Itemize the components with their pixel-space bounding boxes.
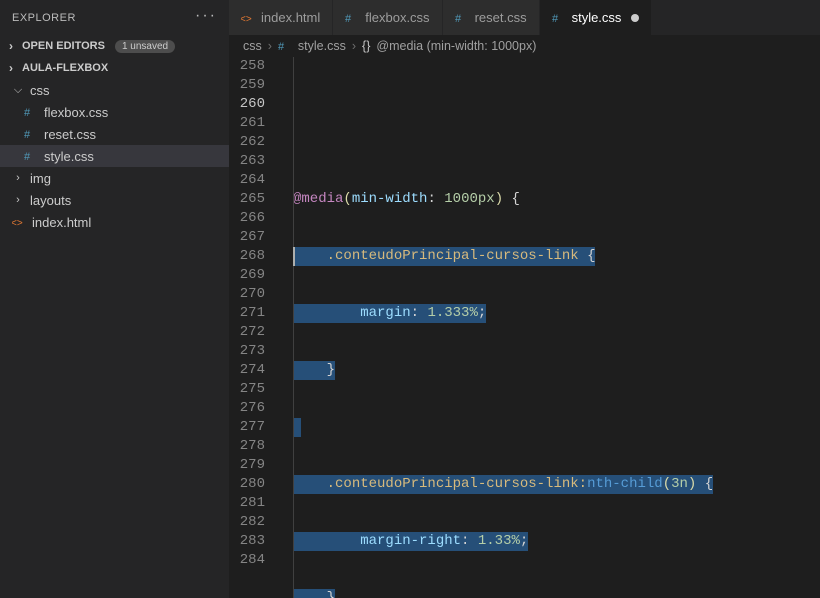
file-label: flexbox.css <box>44 105 108 120</box>
line-number: 278 <box>229 437 265 456</box>
line-number: 269 <box>229 266 265 285</box>
tab-index[interactable]: <> index.html <box>229 0 333 35</box>
tree-file-style[interactable]: # style.css <box>0 145 229 167</box>
code-editor[interactable]: 2582592602612622632642652662672682692702… <box>229 57 820 598</box>
tree-folder-css[interactable]: ⌵ css <box>0 79 229 101</box>
line-number-gutter: 2582592602612622632642652662672682692702… <box>229 57 285 598</box>
line-number: 282 <box>229 513 265 532</box>
svg-text:<>: <> <box>241 14 252 25</box>
line-number: 277 <box>229 418 265 437</box>
open-editors-section[interactable]: › OPEN EDITORS 1 unsaved <box>0 35 229 57</box>
css-file-icon: # <box>24 149 38 163</box>
chevron-right-icon: › <box>268 39 272 53</box>
html-file-icon: <> <box>241 11 255 25</box>
more-actions-icon[interactable]: ··· <box>195 7 217 29</box>
tree-folder-img[interactable]: › img <box>0 167 229 189</box>
chevron-right-icon: › <box>12 194 24 206</box>
svg-text:#: # <box>345 13 352 25</box>
tree-file-flexbox[interactable]: # flexbox.css <box>0 101 229 123</box>
line-number: 275 <box>229 380 265 399</box>
breadcrumb-segment[interactable]: style.css <box>298 39 346 53</box>
explorer-title: EXPLORER <box>12 12 76 24</box>
indent-guide <box>293 57 294 598</box>
line-number: 258 <box>229 57 265 76</box>
chevron-down-icon: ⌵ <box>12 84 24 97</box>
editor-group: <> index.html # flexbox.css # reset.css … <box>229 0 820 598</box>
css-file-icon: # <box>278 39 292 53</box>
line-number: 273 <box>229 342 265 361</box>
svg-text:#: # <box>24 151 31 163</box>
chevron-right-icon: › <box>12 172 24 184</box>
svg-text:#: # <box>552 13 559 25</box>
project-section[interactable]: › AULA-FLEXBOX <box>0 57 229 79</box>
tab-label: style.css <box>572 10 622 25</box>
line-number: 274 <box>229 361 265 380</box>
line-number: 281 <box>229 494 265 513</box>
line-number: 261 <box>229 114 265 133</box>
file-label: style.css <box>44 149 94 164</box>
line-number: 279 <box>229 456 265 475</box>
line-number: 260 <box>229 95 265 114</box>
svg-text:#: # <box>24 107 31 119</box>
folder-label: css <box>30 83 50 98</box>
line-number: 272 <box>229 323 265 342</box>
svg-text:#: # <box>278 41 285 53</box>
svg-text:#: # <box>24 129 31 141</box>
tree-file-reset[interactable]: # reset.css <box>0 123 229 145</box>
line-number: 271 <box>229 304 265 323</box>
line-number: 259 <box>229 76 265 95</box>
chevron-right-icon: › <box>352 39 356 53</box>
line-number: 283 <box>229 532 265 551</box>
line-number: 262 <box>229 133 265 152</box>
file-label: reset.css <box>44 127 96 142</box>
unsaved-badge: 1 unsaved <box>115 40 175 53</box>
line-number: 267 <box>229 228 265 247</box>
dirty-indicator-icon <box>631 14 639 22</box>
code-content[interactable]: @media(min-width: 1000px) { .conteudoPri… <box>285 57 820 598</box>
svg-text:#: # <box>455 13 462 25</box>
svg-text:<>: <> <box>12 218 23 229</box>
explorer-header: EXPLORER ··· <box>0 0 229 35</box>
line-number: 266 <box>229 209 265 228</box>
css-file-icon: # <box>345 11 359 25</box>
breadcrumb[interactable]: css › # style.css › {} @media (min-width… <box>229 35 820 57</box>
html-file-icon: <> <box>12 215 26 229</box>
explorer-sidebar: EXPLORER ··· › OPEN EDITORS 1 unsaved › … <box>0 0 229 598</box>
line-number: 268 <box>229 247 265 266</box>
line-number: 265 <box>229 190 265 209</box>
tab-bar: <> index.html # flexbox.css # reset.css … <box>229 0 820 35</box>
tab-label: flexbox.css <box>365 10 429 25</box>
tab-reset[interactable]: # reset.css <box>443 0 540 35</box>
tree-folder-layouts[interactable]: › layouts <box>0 189 229 211</box>
folder-label: img <box>30 171 51 186</box>
tab-flexbox[interactable]: # flexbox.css <box>333 0 442 35</box>
line-number: 264 <box>229 171 265 190</box>
open-editors-label: OPEN EDITORS <box>22 40 105 52</box>
tab-label: index.html <box>261 10 320 25</box>
tab-label: reset.css <box>475 10 527 25</box>
chevron-right-icon: › <box>4 61 18 75</box>
line-number: 270 <box>229 285 265 304</box>
line-number: 276 <box>229 399 265 418</box>
tab-style[interactable]: # style.css <box>540 0 653 35</box>
line-number: 280 <box>229 475 265 494</box>
text-cursor <box>293 247 295 266</box>
folder-label: layouts <box>30 193 71 208</box>
project-label: AULA-FLEXBOX <box>22 62 108 74</box>
braces-icon: {} <box>362 39 370 53</box>
css-file-icon: # <box>24 127 38 141</box>
breadcrumb-segment[interactable]: @media (min-width: 1000px) <box>376 39 536 53</box>
line-number: 263 <box>229 152 265 171</box>
css-file-icon: # <box>552 11 566 25</box>
file-label: index.html <box>32 215 91 230</box>
css-file-icon: # <box>455 11 469 25</box>
tree-file-index[interactable]: <> index.html <box>0 211 229 233</box>
breadcrumb-segment[interactable]: css <box>243 39 262 53</box>
line-number: 284 <box>229 551 265 570</box>
chevron-right-icon: › <box>4 39 18 53</box>
css-file-icon: # <box>24 105 38 119</box>
